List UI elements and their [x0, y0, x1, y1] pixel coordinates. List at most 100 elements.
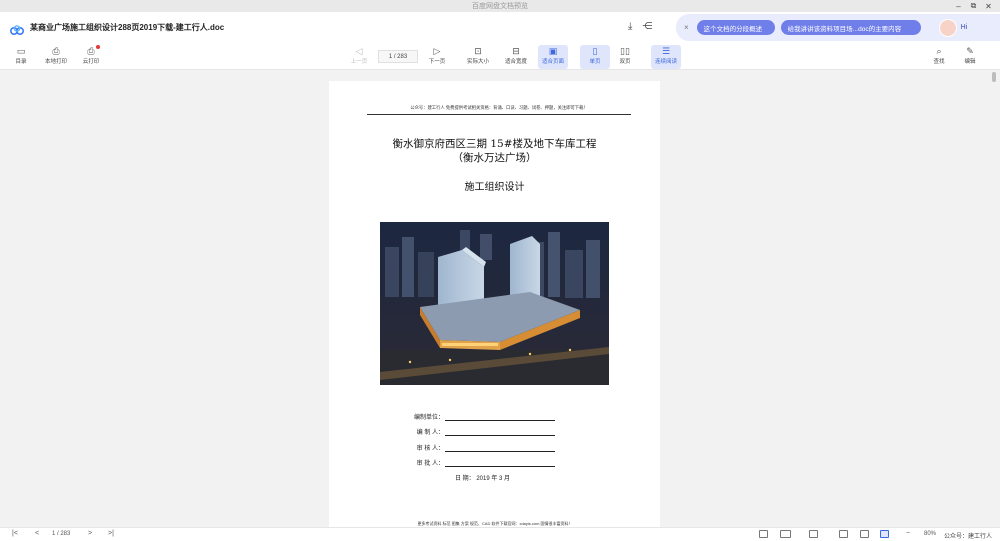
- print-icon: ⎙: [52, 46, 60, 56]
- status-page-indicator[interactable]: 1 / 283: [52, 531, 70, 537]
- toc-button[interactable]: ▭ 目录: [6, 45, 36, 69]
- fit-width-button[interactable]: ⊟ 适合宽度: [501, 45, 531, 69]
- share-icon[interactable]: ⋲: [642, 21, 652, 32]
- document-page: 公众号：建工行人 免费提供考试相关资格：背诵、口诀、习题、试卷、押题，关注即可下…: [329, 81, 660, 527]
- form-row: 审 批 人：: [405, 452, 605, 467]
- fit-page-view-icon[interactable]: [880, 530, 889, 538]
- double-page-label: 双页: [619, 59, 631, 65]
- building-rendering-image: [380, 222, 609, 385]
- status-bar: |< < 1 / 283 > >| − 80% 公众号：建工行人: [0, 527, 1000, 541]
- next-page-icon: ▷: [433, 46, 441, 56]
- double-page-button[interactable]: ▯▯ 双页: [610, 45, 640, 69]
- form-label-author: 编 制 人：: [416, 430, 444, 436]
- ai-suggestion-summary[interactable]: 这个文档的分段概述: [696, 20, 775, 35]
- close-button[interactable]: ✕: [981, 0, 996, 12]
- single-page-button[interactable]: ▯ 单页: [580, 45, 610, 69]
- double-page-view-icon[interactable]: [780, 530, 791, 538]
- fit-width-icon: ⊟: [512, 46, 520, 56]
- double-page-icon: ▯▯: [620, 46, 630, 56]
- cloud-print-label: 云打印: [82, 59, 100, 65]
- fit-page-icon: ▣: [548, 46, 558, 56]
- local-print-button[interactable]: ⎙ 本地打印: [41, 45, 71, 69]
- form-label-approver: 审 批 人：: [416, 461, 444, 467]
- local-print-label: 本地打印: [44, 59, 67, 65]
- ai-close-icon[interactable]: ×: [684, 23, 689, 32]
- actual-size-icon: ⊡: [474, 46, 482, 56]
- ai-assistant-panel: × 这个文档的分段概述 给我讲讲该资料项目场...doc的主要内容 Hi: [676, 14, 1000, 41]
- prev-page-small-button[interactable]: <: [35, 530, 39, 537]
- form-line: [445, 444, 555, 452]
- continuous-read-button[interactable]: ☰ 连续阅读: [651, 45, 681, 69]
- last-page-button[interactable]: >|: [108, 530, 114, 537]
- minimize-button[interactable]: –: [951, 0, 966, 12]
- page-header-note: 公众号：建工行人 免费提供考试相关资格：背诵、口诀、习题、试卷、押题，关注即可下…: [367, 105, 631, 115]
- ai-avatar-icon[interactable]: [938, 18, 957, 37]
- ai-greeting[interactable]: Hi: [961, 24, 968, 31]
- window-titlebar: 百度网盘文档预览 – ⧉ ✕: [0, 0, 1000, 12]
- fit-width-label: 适合宽度: [504, 59, 527, 65]
- app-window: 百度网盘文档预览 – ⧉ ✕ 某商业广场施工组织设计288页2019下载-建工行…: [0, 0, 1000, 541]
- first-page-button[interactable]: |<: [12, 530, 18, 537]
- fit-page-label: 适合页面: [541, 59, 564, 65]
- toc-label: 目录: [15, 59, 27, 65]
- continuous-read-icon: ☰: [661, 46, 671, 56]
- zoom-level[interactable]: 80%: [924, 531, 936, 537]
- form-label-unit: 编制单位：: [413, 414, 444, 421]
- window-controls: – ⧉ ✕: [951, 0, 996, 12]
- single-page-icon: ▯: [592, 46, 598, 56]
- form-line: [445, 459, 555, 467]
- document-date: 日 期： 2019 年 3 月: [455, 476, 511, 482]
- toc-icon: ▭: [16, 46, 26, 56]
- edit-icon: ✎: [966, 46, 974, 56]
- actual-size-label: 实际大小: [466, 59, 489, 65]
- title-line-1: 衡水御京府西区三期 15#楼及地下车库工程: [392, 138, 597, 150]
- actual-size-view-icon[interactable]: [839, 530, 848, 538]
- approval-form: 编制单位： 编 制 人： 审 核 人： 审 批 人：: [405, 405, 605, 467]
- restore-button[interactable]: ⧉: [966, 0, 981, 12]
- single-page-label: 单页: [589, 59, 601, 65]
- continuous-view-icon[interactable]: [809, 530, 818, 538]
- search-icon: ⌕: [936, 46, 942, 56]
- continuous-read-label: 连续阅读: [654, 59, 677, 65]
- fit-page-button[interactable]: ▣ 适合页面: [538, 45, 568, 69]
- ai-suggestion-content[interactable]: 给我讲讲该资料项目场...doc的主要内容: [780, 20, 921, 35]
- scrollbar-thumb[interactable]: [992, 72, 996, 82]
- form-line: [445, 428, 555, 436]
- form-row: 编制单位：: [405, 405, 605, 421]
- notification-dot: [96, 45, 100, 49]
- form-row: 审 核 人：: [405, 436, 605, 452]
- title-line-2: （衡水万达广场）: [452, 152, 537, 164]
- document-viewport[interactable]: 公众号：建工行人 免费提供考试相关资格：背诵、口诀、习题、试卷、押题，关注即可下…: [0, 71, 1000, 527]
- edit-label: 编辑: [964, 59, 976, 65]
- watermark-text: 公众号：建工行人: [944, 534, 993, 540]
- vertical-scrollbar[interactable]: [992, 72, 996, 526]
- find-label: 查找: [933, 59, 945, 65]
- form-line: [445, 413, 555, 421]
- next-page-small-button[interactable]: >: [88, 530, 92, 537]
- single-page-view-icon[interactable]: [759, 530, 768, 538]
- fit-width-view-icon[interactable]: [860, 530, 869, 538]
- app-header: 某商业广场施工组织设计288页2019下载-建工行人.doc ⤓ ⋲ × 这个文…: [0, 12, 1000, 42]
- document-subtitle: 施工组织设计: [464, 182, 525, 193]
- prev-page-label: 上一页: [350, 59, 368, 65]
- prev-page-button[interactable]: ◁ 上一页: [344, 45, 374, 69]
- next-page-button[interactable]: ▷ 下一页: [422, 45, 452, 69]
- actual-size-button[interactable]: ⊡ 实际大小: [463, 45, 493, 69]
- baidu-netdisk-logo-icon: [9, 22, 25, 36]
- download-icon[interactable]: ⤓: [628, 21, 632, 32]
- document-title: 某商业广场施工组织设计288页2019下载-建工行人.doc: [30, 22, 225, 32]
- viewer-toolbar: ▭ 目录 ⎙ 本地打印 ⎙ 云打印 ◁ 上一页 ▷ 下一页 ⊡ 实际大小 ⊟ 适…: [0, 42, 1000, 70]
- cloud-print-icon: ⎙: [87, 46, 95, 56]
- find-button[interactable]: ⌕ 查找: [924, 45, 954, 69]
- page-number-input[interactable]: 1 / 283: [378, 50, 418, 63]
- form-label-reviewer: 审 核 人：: [416, 445, 444, 452]
- header-actions: ⤓ ⋲: [628, 21, 652, 32]
- zoom-out-icon[interactable]: −: [906, 530, 910, 537]
- form-row: 编 制 人：: [405, 421, 605, 436]
- next-page-label: 下一页: [428, 59, 446, 65]
- document-main-title: 衡水御京府西区三期 15#楼及地下车库工程 （衡水万达广场）: [329, 137, 660, 165]
- cloud-print-button[interactable]: ⎙ 云打印: [76, 45, 106, 69]
- prev-page-icon: ◁: [355, 46, 363, 56]
- window-title: 百度网盘文档预览: [472, 3, 528, 10]
- edit-button[interactable]: ✎ 编辑: [955, 45, 985, 69]
